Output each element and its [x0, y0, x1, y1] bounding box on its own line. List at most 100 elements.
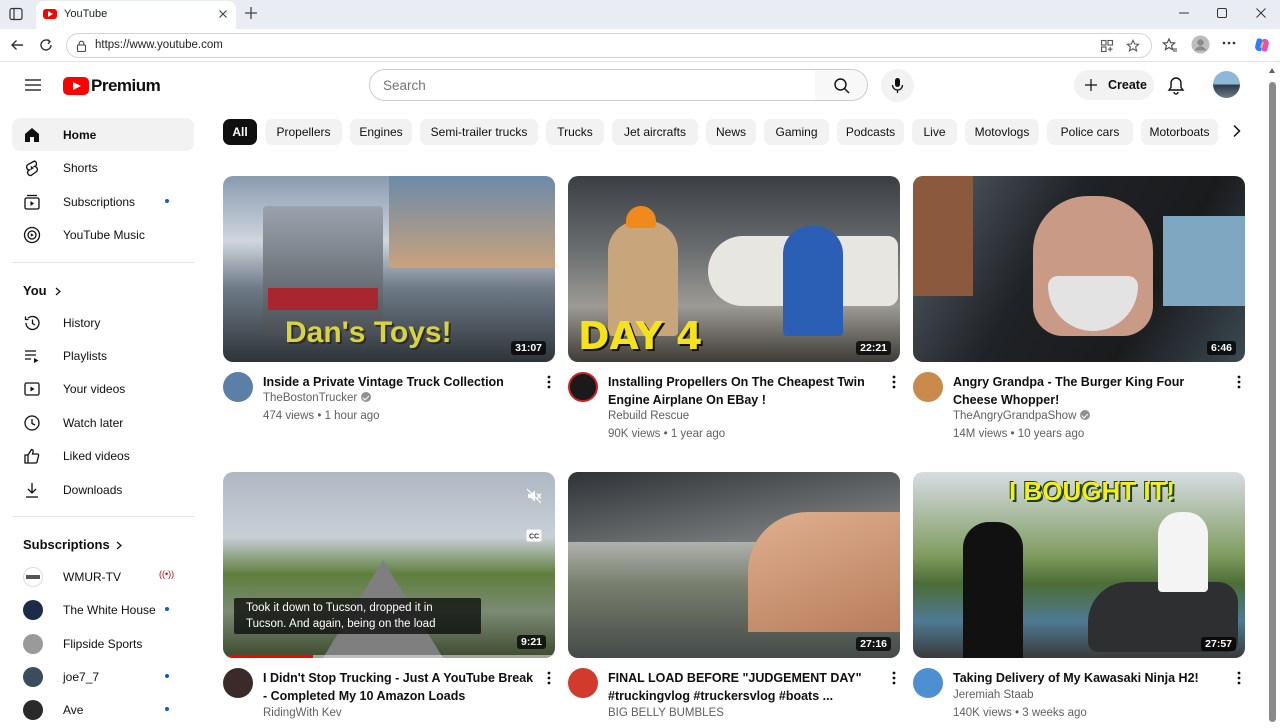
- video-thumbnail[interactable]: Dan's Toys! 31:07: [223, 176, 555, 362]
- channel-avatar[interactable]: [568, 668, 598, 698]
- address-bar[interactable]: https://www.youtube.com: [66, 33, 1152, 58]
- channel-name[interactable]: TheBostonTrucker: [263, 392, 372, 404]
- search-button[interactable]: [815, 69, 868, 101]
- search-box[interactable]: [369, 69, 816, 101]
- chip-semi-trailer-trucks[interactable]: Semi-trailer trucks: [420, 119, 538, 145]
- more-actions-icon[interactable]: [892, 375, 896, 389]
- app-available-icon[interactable]: [1100, 39, 1114, 53]
- account-avatar[interactable]: [1213, 71, 1240, 98]
- channel-name-text[interactable]: Jeremiah Staab: [953, 689, 1034, 701]
- chip-propellers[interactable]: Propellers: [265, 119, 342, 145]
- sidebar-item-subscriptions[interactable]: Subscriptions: [12, 185, 194, 218]
- video-card[interactable]: DAY 4 22:21 Installing Propellers On The…: [568, 176, 900, 440]
- channel-name[interactable]: BIG BELLY BUMBLES: [608, 707, 724, 719]
- chip-police-cars[interactable]: Police cars: [1047, 119, 1133, 145]
- more-actions-icon[interactable]: [1237, 375, 1241, 389]
- scroll-up-arrow-icon[interactable]: [1269, 68, 1275, 73]
- browser-sidebar-icon[interactable]: [9, 7, 23, 21]
- chip-all[interactable]: All: [223, 119, 257, 145]
- chip-live[interactable]: Live: [912, 119, 957, 145]
- page-scrollbar[interactable]: [1265, 62, 1280, 722]
- profile-icon[interactable]: [1191, 35, 1210, 54]
- video-title[interactable]: FINAL LOAD BEFORE "JUDGEMENT DAY" #truck…: [608, 669, 880, 705]
- video-card[interactable]: 27:16 FINAL LOAD BEFORE "JUDGEMENT DAY" …: [568, 472, 900, 728]
- sidebar-channel-ave[interactable]: Ave: [12, 693, 194, 726]
- search-input[interactable]: [383, 70, 803, 100]
- video-title[interactable]: Installing Propellers On The Cheapest Tw…: [608, 373, 880, 409]
- create-button[interactable]: Create: [1074, 70, 1154, 100]
- sidebar-you-heading[interactable]: You: [12, 273, 194, 306]
- video-card[interactable]: Dan's Toys! 31:07 Inside a Private Vinta…: [223, 176, 555, 432]
- sidebar-channel-joe7-7[interactable]: joe7_7: [12, 660, 194, 693]
- video-thumbnail[interactable]: CC Took it down to Tucson, dropped it in…: [223, 472, 555, 658]
- channel-name-text[interactable]: Rebuild Rescue: [608, 410, 689, 422]
- channel-name-text[interactable]: BIG BELLY BUMBLES: [608, 707, 724, 719]
- video-card[interactable]: I BOUGHT IT! 27:57 Taking Delivery of My…: [913, 472, 1245, 728]
- video-title[interactable]: Taking Delivery of My Kawasaki Ninja H2!: [953, 669, 1225, 687]
- video-title[interactable]: Inside a Private Vintage Truck Collectio…: [263, 373, 535, 391]
- video-title[interactable]: I Didn't Stop Trucking - Just A YouTube …: [263, 669, 535, 705]
- lock-icon[interactable]: [76, 40, 87, 52]
- reload-icon[interactable]: [38, 37, 54, 53]
- closed-captions-icon[interactable]: CC: [526, 529, 542, 542]
- favorites-icon[interactable]: [1162, 37, 1178, 53]
- video-thumbnail[interactable]: 6:46: [913, 176, 1245, 362]
- sidebar-item-downloads[interactable]: Downloads: [12, 473, 194, 506]
- sidebar-item-home[interactable]: Home: [12, 118, 194, 152]
- channel-name-text[interactable]: TheBostonTrucker: [263, 392, 357, 404]
- video-card[interactable]: CC Took it down to Tucson, dropped it in…: [223, 472, 555, 728]
- channel-name[interactable]: RidingWith Kev: [263, 707, 342, 719]
- chip-news[interactable]: News: [706, 119, 756, 145]
- scrollbar-thumb[interactable]: [1269, 82, 1276, 722]
- sidebar-subscriptions-heading[interactable]: Subscriptions: [12, 527, 194, 560]
- notifications-bell-icon[interactable]: [1167, 76, 1185, 95]
- voice-search-button[interactable]: [881, 69, 914, 102]
- minimize-icon[interactable]: [1178, 7, 1190, 19]
- sidebar-item-your-videos[interactable]: Your videos: [12, 372, 194, 405]
- channel-name-text[interactable]: RidingWith Kev: [263, 707, 342, 719]
- hamburger-menu-icon[interactable]: [24, 78, 42, 92]
- new-tab-icon[interactable]: [243, 5, 259, 21]
- sidebar-item-watch-later[interactable]: Watch later: [12, 406, 194, 439]
- sidebar-item-youtube-music[interactable]: YouTube Music: [12, 218, 194, 251]
- video-thumbnail[interactable]: DAY 4 22:21: [568, 176, 900, 362]
- more-actions-icon[interactable]: [1237, 671, 1241, 685]
- url-text[interactable]: https://www.youtube.com: [95, 39, 223, 51]
- sidebar-item-liked-videos[interactable]: Liked videos: [12, 439, 194, 472]
- chip-jet-aircrafts[interactable]: Jet aircrafts: [612, 119, 698, 145]
- back-icon[interactable]: [9, 37, 25, 53]
- channel-name[interactable]: Jeremiah Staab: [953, 689, 1034, 701]
- close-tab-icon[interactable]: [216, 7, 230, 21]
- channel-name[interactable]: TheAngryGrandpaShow: [953, 410, 1091, 422]
- sidebar-channel-the-white-house[interactable]: The White House: [12, 593, 194, 626]
- mute-icon[interactable]: [526, 488, 542, 504]
- copilot-icon[interactable]: [1253, 36, 1271, 54]
- channel-avatar[interactable]: [913, 668, 943, 698]
- chip-motorboats[interactable]: Motorboats: [1141, 119, 1218, 145]
- chip-podcasts[interactable]: Podcasts: [837, 119, 904, 145]
- channel-avatar[interactable]: [913, 372, 943, 402]
- sidebar-item-shorts[interactable]: Shorts: [12, 151, 194, 184]
- more-options-icon[interactable]: [1222, 41, 1236, 45]
- video-thumbnail[interactable]: 27:16: [568, 472, 900, 658]
- channel-avatar[interactable]: [568, 372, 598, 402]
- chip-gaming[interactable]: Gaming: [764, 119, 829, 145]
- channel-name[interactable]: Rebuild Rescue: [608, 410, 689, 422]
- more-actions-icon[interactable]: [547, 671, 551, 685]
- sidebar-item-playlists[interactable]: Playlists: [12, 339, 194, 372]
- chip-motovlogs[interactable]: Motovlogs: [965, 119, 1039, 145]
- close-window-icon[interactable]: [1255, 7, 1267, 19]
- video-title[interactable]: Angry Grandpa - The Burger King Four Che…: [953, 373, 1225, 409]
- favorite-star-icon[interactable]: [1126, 39, 1140, 53]
- maximize-icon[interactable]: [1216, 7, 1228, 19]
- video-thumbnail[interactable]: I BOUGHT IT! 27:57: [913, 472, 1245, 658]
- sidebar-channel-wmur-tv[interactable]: WMUR-TV ((•)): [12, 560, 194, 593]
- more-actions-icon[interactable]: [547, 375, 551, 389]
- browser-tab-youtube[interactable]: YouTube: [36, 1, 236, 29]
- channel-avatar[interactable]: [223, 668, 253, 698]
- chip-engines[interactable]: Engines: [350, 119, 412, 145]
- sidebar-item-history[interactable]: History: [12, 306, 194, 339]
- chevron-right-icon[interactable]: [1232, 124, 1241, 138]
- video-card[interactable]: 6:46 Angry Grandpa - The Burger King Fou…: [913, 176, 1245, 440]
- channel-name-text[interactable]: TheAngryGrandpaShow: [953, 410, 1076, 422]
